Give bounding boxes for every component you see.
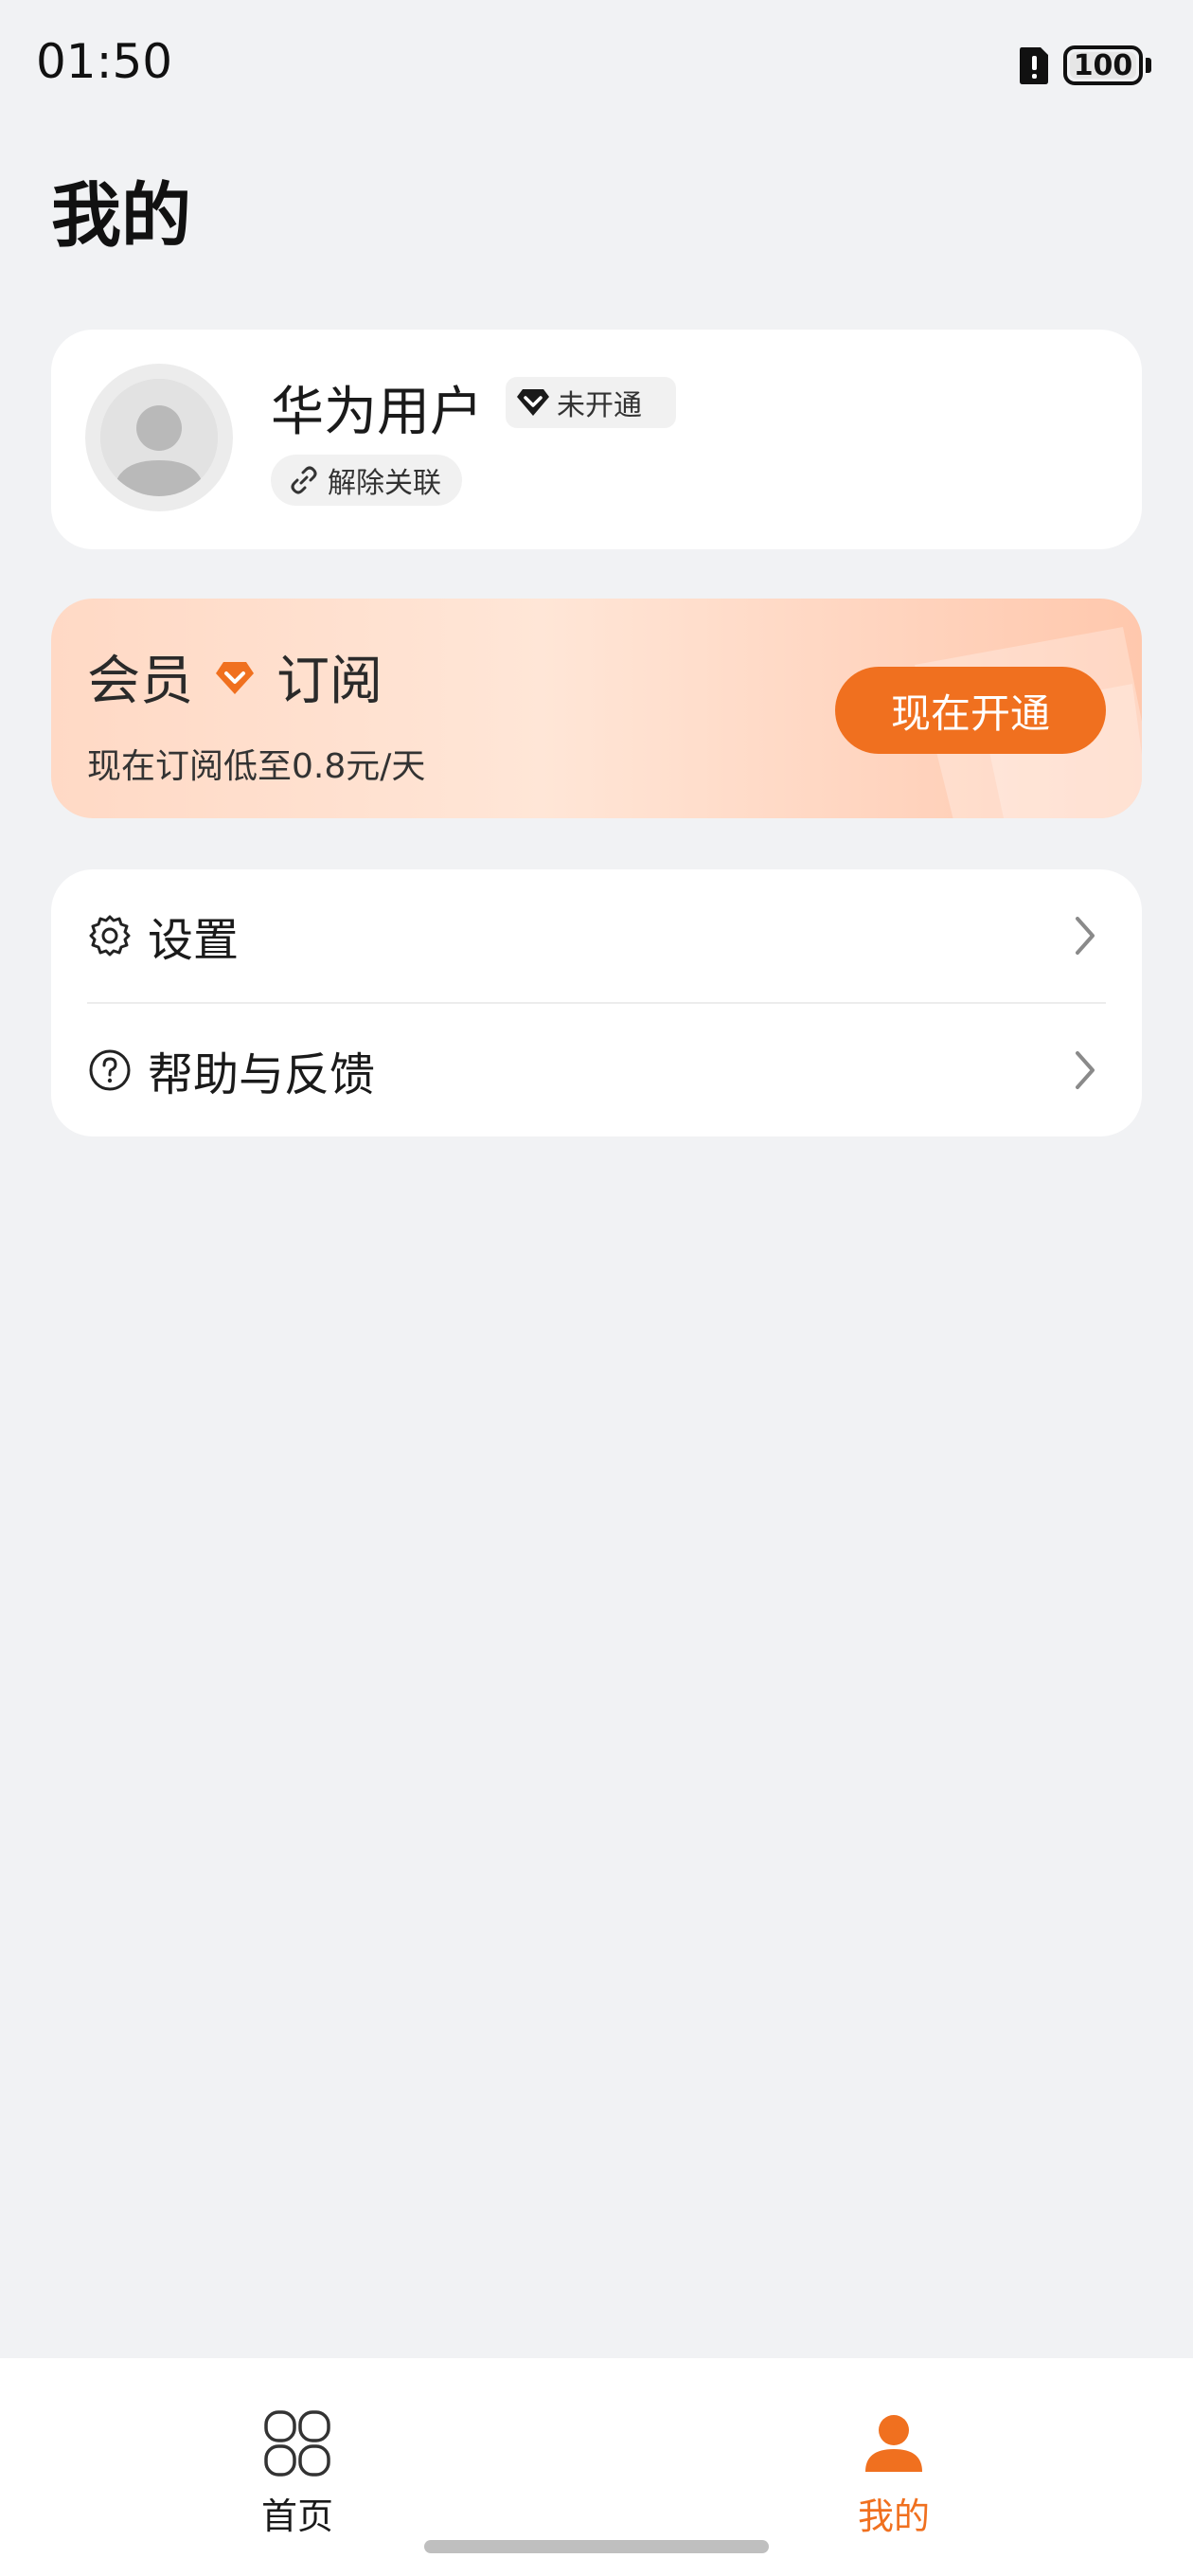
menu-item-label: 帮助与反馈 [148, 1048, 376, 1101]
gear-icon [89, 915, 131, 957]
person-icon [865, 2415, 922, 2472]
status-bar: 01:50 100 [0, 0, 1193, 133]
chevron-right-icon [1076, 1051, 1095, 1089]
profile-card[interactable]: 华为用户 未开通 解除关联 [51, 330, 1142, 549]
member-status-label: 未开通 [557, 389, 642, 422]
diamond-icon [517, 389, 549, 416]
sim-alert-icon [1020, 47, 1048, 84]
my-page: 01:50 100 我的 华为用户 未开通 解除关联 会员 订阅 现在订阅低至0… [0, 0, 1193, 2576]
subscribe-now-button[interactable]: 现在开通 [835, 667, 1106, 754]
battery-tip [1146, 58, 1151, 73]
member-status-badge[interactable]: 未开通 [506, 377, 676, 428]
menu-item-label: 设置 [148, 914, 240, 967]
unlink-label: 解除关联 [328, 467, 441, 500]
menu-item-help-feedback[interactable]: 帮助与反馈 [51, 1004, 1142, 1136]
link-icon [291, 466, 317, 494]
grid-icon [264, 2410, 330, 2477]
tab-me[interactable]: 我的 [780, 2409, 1007, 2542]
vip-gem-icon [216, 661, 254, 694]
menu-item-settings[interactable]: 设置 [51, 869, 1142, 1002]
home-indicator[interactable] [424, 2540, 769, 2553]
status-icons: 100 [1018, 45, 1151, 85]
chevron-right-icon [1076, 917, 1095, 955]
battery-icon: 100 [1063, 45, 1143, 85]
tab-label: 首页 [260, 2496, 333, 2537]
user-name: 华为用户 [271, 382, 483, 443]
avatar-icon [100, 379, 218, 496]
vip-title-left: 会员 [87, 651, 193, 712]
battery-level: 100 [1073, 48, 1133, 82]
status-time: 01:50 [36, 34, 173, 89]
avatar[interactable] [85, 364, 233, 511]
menu-card: 设置 帮助与反馈 [51, 869, 1142, 1136]
vip-title-right: 订阅 [276, 651, 383, 712]
vip-title-row: 会员 订阅 [87, 638, 383, 715]
unlink-button[interactable]: 解除关联 [271, 455, 462, 506]
help-icon [89, 1049, 131, 1091]
tab-home[interactable]: 首页 [184, 2409, 411, 2542]
tab-label: 我的 [857, 2496, 930, 2537]
page-title: 我的 [51, 175, 191, 257]
vip-subtitle: 现在订阅低至0.8元/天 [87, 747, 426, 786]
vip-subscription-banner[interactable]: 会员 订阅 现在订阅低至0.8元/天 现在开通 [51, 599, 1142, 818]
